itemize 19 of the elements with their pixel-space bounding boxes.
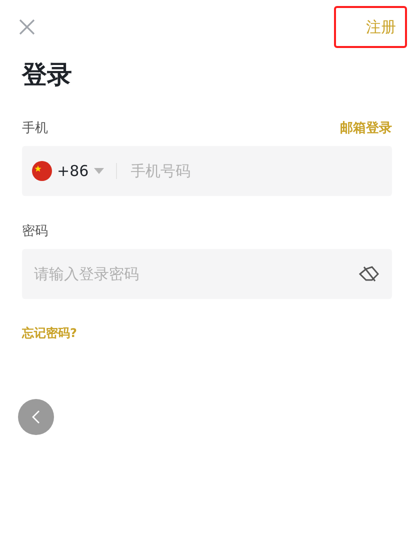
chevron-left-icon	[32, 410, 40, 424]
register-button[interactable]: 注册	[334, 6, 407, 48]
dropdown-caret-icon	[94, 168, 104, 174]
flag-icon	[32, 161, 52, 181]
forgot-password-link[interactable]: 忘记密码?	[22, 324, 77, 342]
password-field[interactable]: 请输入登录密码	[22, 249, 392, 299]
close-icon	[18, 18, 36, 36]
phone-input[interactable]: 手机号码	[128, 161, 380, 181]
field-label: 密码	[22, 223, 48, 240]
field-label: 手机	[22, 120, 48, 137]
visibility-toggle[interactable]	[358, 265, 380, 283]
eye-hidden-icon	[358, 265, 380, 283]
phone-field[interactable]: +86 手机号码	[22, 146, 392, 196]
email-login-link[interactable]: 邮箱登录	[340, 119, 392, 137]
close-button[interactable]	[18, 18, 36, 36]
page-title: 登录	[22, 59, 73, 91]
back-button[interactable]	[18, 399, 54, 435]
password-input[interactable]: 请输入登录密码	[32, 264, 358, 284]
country-code-selector[interactable]: +86	[32, 161, 104, 181]
